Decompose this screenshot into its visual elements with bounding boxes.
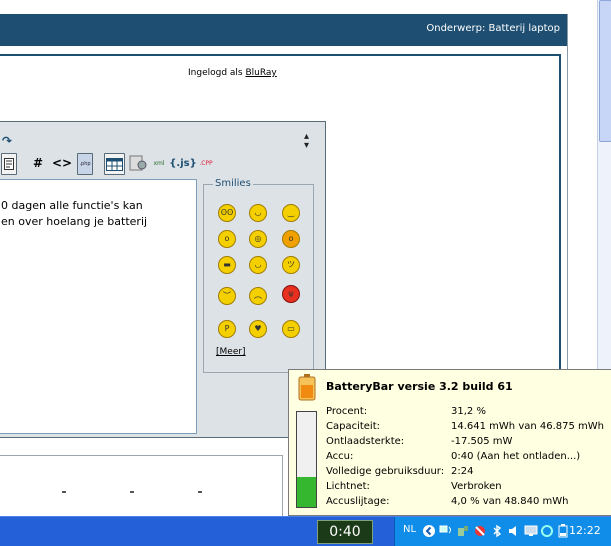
tooltip-value-discharge-rate: -17.505 mW xyxy=(451,436,513,447)
tooltip-value-ac-power: Verbroken xyxy=(451,481,502,492)
message-textarea[interactable]: 0 dagen alle functie's kan en over hoela… xyxy=(0,179,197,434)
network-icon[interactable] xyxy=(439,524,453,538)
lower-content-box xyxy=(0,455,283,516)
batterybar-tooltip: BatteryBar versie 3.2 build 61 Procent: … xyxy=(288,369,611,516)
tooltip-value-battery: 0:40 (Aan het ontladen...) xyxy=(451,451,581,462)
login-user-link[interactable]: BluRay xyxy=(245,68,276,78)
smiley-devil-icon[interactable]: ψ xyxy=(282,285,300,303)
batterybar-button[interactable]: 0:40 xyxy=(317,520,373,544)
battery-icon xyxy=(298,374,316,401)
sync-icon[interactable] xyxy=(540,524,554,538)
tray-expand-icon[interactable] xyxy=(422,524,436,538)
smiley-grin-icon[interactable]: ▭ xyxy=(282,320,300,338)
smiley-shocked-icon[interactable]: o xyxy=(218,230,236,248)
php-button[interactable]: .php xyxy=(77,153,93,175)
battery-tray-icon[interactable] xyxy=(556,524,570,538)
topic-subject: Onderwerp: Batterij laptop xyxy=(426,23,560,34)
redo-icon[interactable]: ↷ xyxy=(2,134,12,148)
smiley-nerd-icon[interactable]: ◎ xyxy=(249,230,267,248)
login-prefix: Ingelogd als xyxy=(188,68,243,78)
tooltip-value-full-runtime: 2:24 xyxy=(451,466,474,477)
js-button[interactable]: {.js} xyxy=(169,153,196,173)
monitor-icon[interactable] xyxy=(524,524,538,538)
message-line-1: 0 dagen alle functie's kan xyxy=(1,199,143,212)
smiley-angry-icon[interactable]: ︶ xyxy=(218,287,236,305)
tooltip-value-wear: 4,0 % van 48.840 mWh xyxy=(451,496,569,507)
tooltip-label-battery: Accu: xyxy=(326,451,354,462)
tooltip-label-capacity: Capaciteit: xyxy=(326,421,381,432)
smiley-sad-icon[interactable]: ︵ xyxy=(249,287,267,305)
smiley-surprised-icon[interactable]: o xyxy=(282,230,300,248)
resize-handle-icon[interactable]: ▴ ▾ xyxy=(304,132,309,151)
topic-header-bar: Onderwerp: Batterij laptop xyxy=(0,14,567,46)
smiley-thumbsup-icon[interactable]: ◡ xyxy=(249,204,267,222)
smilies-panel: Smilies ʘʘ ◡ ‿ o ◎ o ▬ ◡ ツ ︶ ︵ ψ P ♥ ▭ [… xyxy=(203,178,314,373)
speaker-icon[interactable] xyxy=(507,524,521,538)
battery-level-meter xyxy=(296,411,317,508)
gear-icon[interactable] xyxy=(128,153,148,173)
quote-icon[interactable] xyxy=(1,153,17,175)
tooltip-value-capacity: 14.641 mWh van 46.875 mWh xyxy=(451,421,605,432)
tooltip-label-wear: Accuslijtage: xyxy=(326,496,390,507)
cpp-button[interactable]: .CPP xyxy=(196,153,216,173)
smilies-legend: Smilies xyxy=(213,178,253,189)
language-indicator[interactable]: NL xyxy=(403,524,416,535)
table-icon[interactable] xyxy=(104,153,125,175)
smiley-tongue-icon[interactable]: P xyxy=(218,320,236,338)
message-line-2: en over hoelang je batterij xyxy=(1,215,148,228)
smiley-wink-icon[interactable]: ツ xyxy=(282,256,300,274)
more-smilies-link[interactable]: [Meer] xyxy=(216,347,246,357)
tooltip-value-percent: 31,2 % xyxy=(451,406,486,417)
system-tray: NL 12:22 xyxy=(394,517,611,546)
tooltip-label-ac-power: Lichtnet: xyxy=(326,481,370,492)
smiley-love-icon[interactable]: ♥ xyxy=(249,320,267,338)
smiley-sunglasses-icon[interactable]: ▬ xyxy=(218,256,236,274)
tooltip-label-discharge-rate: Ontlaadsterkte: xyxy=(326,436,405,447)
hash-button[interactable]: # xyxy=(30,153,46,173)
xml-button[interactable]: xml xyxy=(151,153,167,173)
divider-mark xyxy=(198,491,202,493)
bluetooth-icon[interactable] xyxy=(490,524,504,538)
safely-remove-icon[interactable] xyxy=(456,524,470,538)
clock[interactable]: 12:22 xyxy=(569,524,601,537)
security-icon[interactable] xyxy=(473,524,487,538)
login-status: Ingelogd als BluRay xyxy=(188,68,277,78)
scrollbar-thumb[interactable] xyxy=(599,0,611,142)
divider-mark xyxy=(62,491,66,493)
code-button[interactable]: <> xyxy=(52,153,72,173)
taskbar: 0:40 NL 12:22 xyxy=(0,516,611,546)
tooltip-label-full-runtime: Volledige gebruiksduur: xyxy=(326,466,445,477)
smiley-smile-icon[interactable]: ◡ xyxy=(249,256,267,274)
tooltip-title: BatteryBar versie 3.2 build 61 xyxy=(326,380,513,393)
divider-mark xyxy=(130,491,134,493)
smiley-neutral-icon[interactable]: ‿ xyxy=(282,204,300,222)
tooltip-label-percent: Procent: xyxy=(326,406,368,417)
smiley-cool-icon[interactable]: ʘʘ xyxy=(218,204,236,222)
battery-level-fill xyxy=(297,477,316,507)
